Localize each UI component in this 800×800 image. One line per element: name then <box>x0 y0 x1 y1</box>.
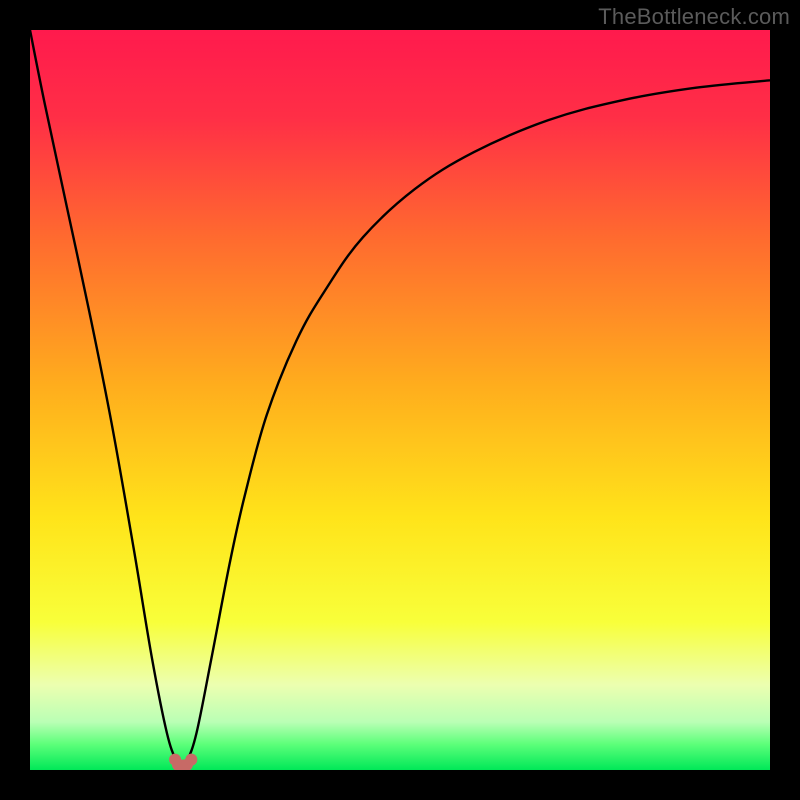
plot-area <box>30 30 770 770</box>
bottleneck-curve <box>30 30 770 766</box>
chart-frame: TheBottleneck.com <box>0 0 800 800</box>
watermark-text: TheBottleneck.com <box>598 4 790 30</box>
bottom-knot <box>169 754 197 770</box>
curve-layer <box>30 30 770 770</box>
knot-point <box>185 754 197 766</box>
